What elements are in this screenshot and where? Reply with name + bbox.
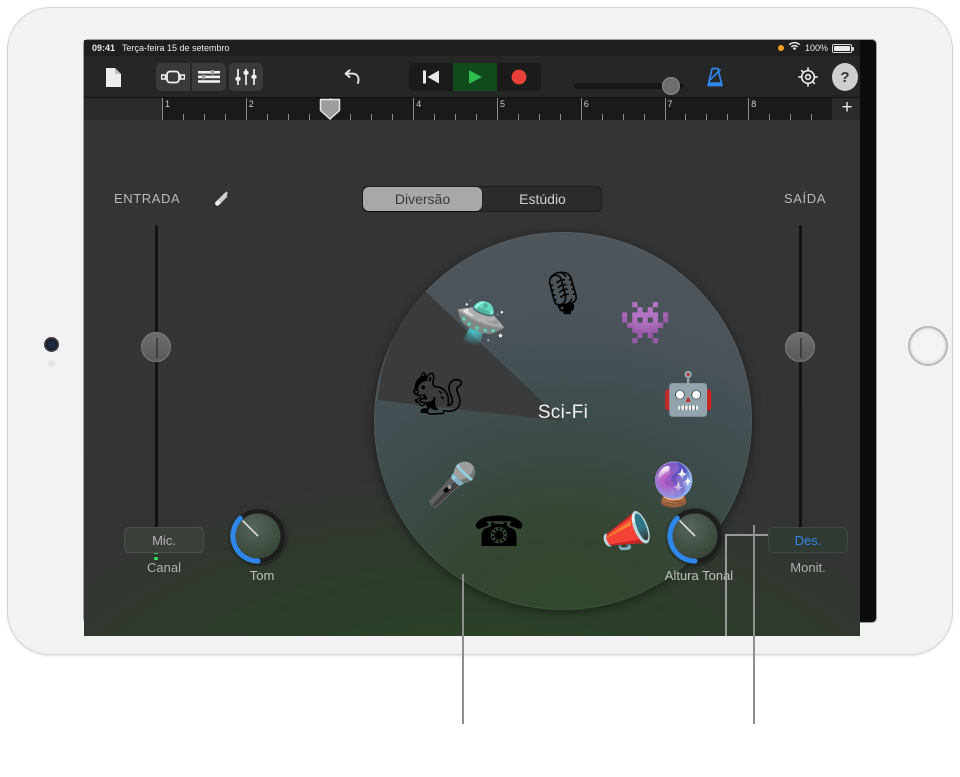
ruler-bar-number: 8 — [751, 99, 756, 109]
dial-effect-vocal-mic-icon[interactable]: 🎤 — [419, 452, 485, 518]
output-slider-track — [799, 225, 802, 545]
ruler-bar-number: 6 — [584, 99, 589, 109]
dial-effect-megaphone-icon[interactable]: 📣 — [594, 499, 660, 565]
tone-knob-group: Tom — [230, 508, 294, 564]
status-date: Terça-feira 15 de setembro — [122, 40, 230, 56]
ambient-sensor-icon — [48, 360, 55, 367]
input-slider[interactable] — [141, 225, 171, 545]
plugin-stage: ENTRADA SAÍDA Diversão Estúdio — [84, 120, 860, 636]
metronome-icon[interactable] — [699, 63, 731, 91]
loop-browser-icon[interactable] — [156, 63, 190, 91]
dial-effect-ufo-icon[interactable]: 🛸 — [448, 290, 514, 356]
segment-diversao[interactable]: Diversão — [363, 187, 482, 211]
wifi-icon — [788, 40, 801, 56]
ruler-bar-number: 4 — [416, 99, 421, 109]
ruler-bar-tick — [581, 98, 582, 120]
app-screen: 09:41 Terça-feira 15 de setembro 100% — [84, 40, 860, 636]
ruler-bar-number: 7 — [668, 99, 673, 109]
rewind-icon[interactable] — [409, 63, 453, 91]
ruler-bar-tick — [665, 98, 666, 120]
output-slider-thumb[interactable] — [785, 332, 815, 362]
input-slider-track — [155, 225, 158, 545]
browser-toggle-group — [156, 63, 226, 91]
transport-controls — [409, 63, 541, 91]
play-icon[interactable] — [453, 63, 497, 91]
category-segmented-control: Diversão Estúdio — [362, 186, 602, 212]
home-button[interactable] — [908, 326, 948, 366]
microphone-jack-icon[interactable] — [212, 189, 232, 214]
track-list-icon[interactable] — [192, 63, 226, 91]
ruler-bar-tick — [246, 98, 247, 120]
timeline-ruler[interactable]: 12345678 + — [84, 98, 860, 120]
status-time: 09:41 — [92, 40, 115, 56]
callout-line-knob — [753, 525, 755, 724]
screenshot-root: 09:41 Terça-feira 15 de setembro 100% — [0, 0, 960, 777]
help-icon[interactable]: ? — [832, 63, 858, 91]
tone-knob[interactable] — [230, 508, 286, 564]
status-right-cluster: 100% — [778, 40, 852, 56]
document-icon[interactable] — [98, 63, 128, 91]
monitor-button[interactable]: Des. — [768, 527, 848, 553]
dial-effect-robot-icon[interactable]: 🤖 — [655, 361, 721, 427]
playhead[interactable] — [319, 98, 341, 120]
input-label: ENTRADA — [114, 191, 180, 206]
monitor-button-label: Des. — [795, 533, 822, 548]
add-track-button[interactable]: + — [838, 100, 856, 118]
app-toolbar: ? — [84, 56, 860, 98]
output-slider[interactable] — [785, 225, 815, 545]
ruler-bar-number: 1 — [165, 99, 170, 109]
dial-effect-chipmunk-icon[interactable]: 🐿 — [405, 361, 471, 427]
pitch-knob[interactable] — [667, 508, 723, 564]
output-label: SAÍDA — [784, 191, 826, 206]
monitor-sub-label: Monit. — [768, 560, 848, 575]
segment-estudio[interactable]: Estúdio — [483, 186, 602, 212]
dial-effect-microphone-icon[interactable]: 🎙 — [530, 260, 596, 326]
mixer-faders-icon[interactable] — [229, 63, 263, 91]
input-slider-thumb[interactable] — [141, 332, 171, 362]
front-camera-icon — [46, 339, 57, 350]
gear-icon[interactable] — [792, 63, 824, 91]
ruler-bar-tick — [748, 98, 749, 120]
channel-button[interactable]: Mic. — [124, 527, 204, 553]
battery-percent: 100% — [805, 40, 828, 56]
ruler-bar-tick — [413, 98, 414, 120]
orange-dot-icon — [778, 45, 784, 51]
undo-arrow-icon[interactable] — [336, 63, 370, 91]
ruler-bar-number: 2 — [249, 99, 254, 109]
battery-icon — [832, 44, 852, 53]
ruler-bar-tick — [162, 98, 163, 120]
ruler-bar-tick — [497, 98, 498, 120]
channel-sub-label: Canal — [124, 560, 204, 575]
pitch-knob-group: Altura Tonal — [667, 508, 731, 564]
record-icon[interactable] — [497, 63, 541, 91]
status-bar: 09:41 Terça-feira 15 de setembro 100% — [84, 40, 860, 56]
dial-effect-monster-icon[interactable]: 👾 — [612, 290, 678, 356]
callout-line-dial — [462, 574, 464, 724]
master-volume-thumb[interactable] — [662, 77, 680, 95]
ruler-bar-number: 5 — [500, 99, 505, 109]
tone-knob-label: Tom — [210, 568, 314, 583]
